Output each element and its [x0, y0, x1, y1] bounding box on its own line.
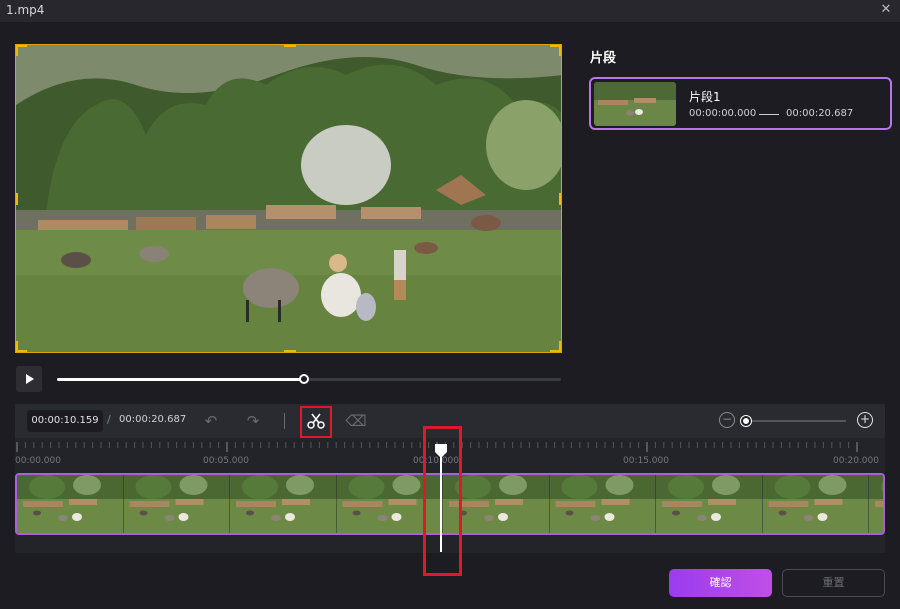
total-time: 00:00:20.687 — [119, 414, 187, 425]
playback-progress-slider[interactable] — [57, 374, 561, 384]
zoom-out-icon[interactable]: − — [719, 412, 735, 428]
video-frame — [16, 45, 561, 352]
redo-icon[interactable]: ↷ — [242, 410, 264, 432]
video-preview — [15, 44, 562, 353]
ruler-tick-label: 00:00.000 — [15, 456, 61, 466]
zoom-knob[interactable] — [741, 416, 751, 426]
ruler-tick-label: 00:05.000 — [203, 456, 249, 466]
segment-name: 片段1 — [689, 90, 721, 104]
segment-card[interactable]: 片段1 00:00:00.000 00:00:20.687 — [589, 77, 892, 130]
segments-heading: 片段 — [590, 51, 617, 66]
current-time-field[interactable]: 00:00:10.159 — [27, 410, 103, 432]
time-separator: / — [107, 413, 111, 426]
reset-button[interactable]: 重置 — [782, 569, 885, 597]
ruler-tick-label: 00:20.000 — [833, 456, 879, 466]
crop-corner-handle[interactable] — [16, 341, 27, 352]
playhead-handle[interactable] — [434, 443, 448, 459]
crop-edge-handle[interactable] — [16, 193, 18, 205]
crop-corner-handle[interactable] — [550, 45, 561, 56]
crop-corner-handle[interactable] — [16, 45, 27, 56]
progress-knob[interactable] — [298, 374, 309, 384]
segment-thumbnail — [594, 82, 676, 126]
crop-edge-handle[interactable] — [284, 45, 296, 47]
zoom-slider[interactable] — [741, 416, 846, 426]
zoom-in-icon[interactable]: + — [857, 412, 873, 428]
title-bar: 1.mp4 ✕ — [0, 0, 900, 22]
progress-fill — [57, 378, 304, 381]
trim-dialog: 1.mp4 ✕ 片段 片段1 00:00:00.000 00:00:20.687… — [0, 0, 900, 609]
segment-time-dash — [759, 114, 779, 115]
eraser-icon[interactable]: ⌫ — [345, 410, 367, 432]
scissors-icon[interactable] — [306, 411, 326, 431]
window-title: 1.mp4 — [6, 3, 45, 17]
playhead-line[interactable] — [440, 446, 443, 552]
confirm-button[interactable]: 確認 — [669, 569, 772, 597]
segment-end-time: 00:00:20.687 — [786, 108, 854, 119]
crop-corner-handle[interactable] — [550, 341, 561, 352]
undo-icon[interactable]: ↶ — [200, 410, 222, 432]
play-button[interactable] — [16, 366, 42, 392]
toolbar-divider — [284, 413, 285, 429]
close-icon[interactable]: ✕ — [878, 2, 894, 18]
segment-start-time: 00:00:00.000 — [689, 108, 757, 119]
ruler-tick-label: 00:15.000 — [623, 456, 669, 466]
